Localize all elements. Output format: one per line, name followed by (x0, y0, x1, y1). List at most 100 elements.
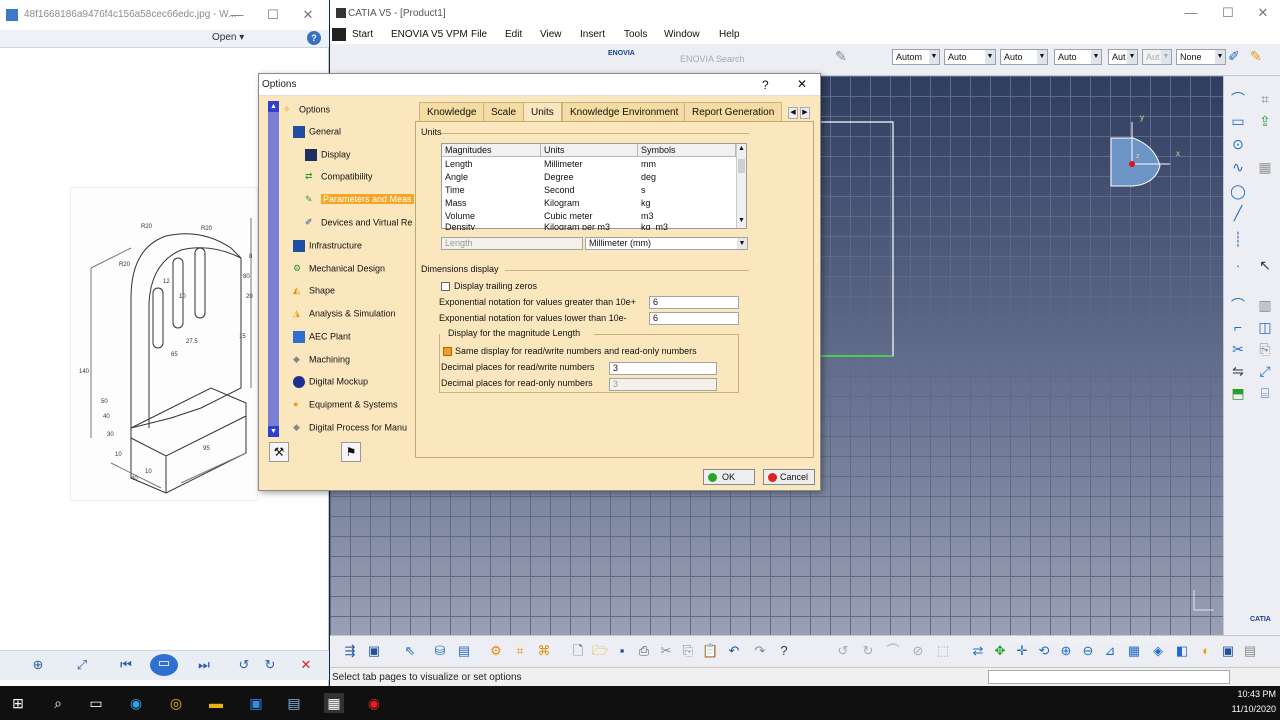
next-icon[interactable]: ⏭ (194, 656, 214, 674)
ellipse-icon[interactable]: ◯ (1229, 182, 1247, 200)
scroll-thumb[interactable] (738, 159, 745, 173)
close-icon[interactable]: ✕ (1252, 4, 1274, 22)
new-icon[interactable]: 🗋 (570, 643, 586, 659)
shading-icon[interactable]: ▥ (1256, 296, 1274, 314)
fit-icon[interactable]: ⤢ (72, 656, 92, 674)
tab-report-generation[interactable]: Report Generation (684, 102, 783, 121)
tree-item-machining[interactable]: ◆ Machining (293, 354, 350, 366)
units-table[interactable]: Magnitudes Units Symbols ▲ ▼ Length Mill… (441, 143, 747, 230)
open-icon[interactable]: 🗁 (592, 643, 608, 659)
circle-icon[interactable]: ⊙ (1229, 135, 1247, 153)
table-scrollbar[interactable]: ▲ ▼ (736, 144, 746, 228)
size-combo-1[interactable]: Auto ▼ (944, 49, 996, 65)
maximize-icon[interactable]: ☐ (262, 6, 284, 24)
search-icon[interactable]: ⌕ (48, 693, 68, 713)
swap-space-icon[interactable]: ▣ (1220, 643, 1236, 659)
mirror-icon[interactable]: ⇋ (1229, 362, 1247, 380)
view-mode-icon[interactable]: ◫ (1256, 318, 1274, 336)
tab-scale[interactable]: Scale (483, 102, 525, 121)
tree-item-analysis[interactable]: ◮ Analysis & Simulation (293, 308, 396, 320)
table-row[interactable]: Density Kilogram per m3 kg_m3 (442, 222, 736, 230)
viewer-titlebar[interactable]: 48f1668186a9476f4c156a58cec66edc.jpg - W… (0, 0, 329, 30)
transform-icon[interactable]: ⤢ (1256, 362, 1274, 380)
tree-item-options[interactable]: ✧ Options (283, 104, 330, 116)
catia-titlebar[interactable]: CATIA V5 - [Product1] — ☐ ✕ (330, 0, 1280, 26)
scroll-up-icon[interactable]: ▲ (738, 145, 745, 152)
hide-show-icon[interactable]: ◐ (1198, 643, 1214, 659)
undo-icon[interactable]: ↶ (726, 643, 742, 659)
menu-insert[interactable]: Insert (580, 29, 605, 40)
catalog-icon[interactable]: ⛁ (432, 643, 448, 659)
power-input-field[interactable] (988, 670, 1230, 684)
fit-all-icon[interactable]: ✥ (992, 643, 1008, 659)
tree-item-digital-mockup[interactable]: Digital Mockup (293, 376, 368, 388)
select-tool-icon[interactable]: ⇖ (402, 643, 418, 659)
start-menu-icon[interactable] (332, 28, 346, 41)
axis-icon[interactable]: ┊ (1229, 230, 1247, 248)
dialog-help-button[interactable]: ? (762, 78, 769, 92)
rotate-left-icon[interactable]: ↺ (234, 656, 254, 674)
edge-icon[interactable]: ◉ (126, 693, 146, 713)
corner-icon[interactable]: ⌒ (1229, 296, 1247, 314)
rectangle-icon[interactable]: ▭ (1229, 112, 1247, 130)
select-icon[interactable]: ↖ (1256, 256, 1274, 274)
maximize-icon[interactable]: ☐ (1217, 4, 1239, 22)
menu-help[interactable]: Help (719, 29, 740, 40)
column-header-symbols[interactable]: Symbols (638, 144, 736, 157)
column-header-magnitudes[interactable]: Magnitudes (442, 144, 541, 157)
minimize-icon[interactable]: — (226, 6, 248, 24)
size-combo-4[interactable]: Aut ▼ (1108, 49, 1138, 65)
trailing-zeros-checkbox[interactable] (441, 282, 450, 291)
recorder-icon[interactable]: ◉ (364, 693, 384, 713)
project-icon[interactable]: ⬒ (1229, 384, 1247, 402)
grid-icon[interactable]: ▦ (1256, 158, 1274, 176)
chrome-icon[interactable]: ◎ (166, 693, 186, 713)
font-combo[interactable]: Autom ▼ (892, 49, 940, 65)
dialog-titlebar[interactable]: Options ? ✕ (259, 74, 820, 96)
menu-start[interactable]: Start (352, 29, 373, 40)
scroll-down-icon[interactable]: ▼ (268, 426, 279, 437)
reset-icon[interactable]: ⚑ (341, 442, 361, 462)
whats-this-icon[interactable]: ? (776, 643, 792, 659)
unit-select[interactable]: Millimeter (mm) ▼ (585, 237, 748, 250)
menu-enovia[interactable]: ENOVIA V5 VPM (391, 29, 468, 40)
clip-icon[interactable]: ⎘ (1256, 340, 1274, 358)
tab-units[interactable]: Units (523, 102, 562, 121)
save-icon[interactable]: ▪ (614, 643, 630, 659)
ok-button[interactable]: OK (703, 469, 755, 485)
exp-greater-input[interactable]: 6 (649, 296, 739, 309)
paint-icon[interactable]: ✐ (1228, 48, 1244, 64)
size-combo-3[interactable]: Auto ▼ (1054, 49, 1102, 65)
menu-tools[interactable]: Tools (624, 29, 647, 40)
delete-icon[interactable]: ✕ (296, 656, 316, 674)
help-icon[interactable]: ? (307, 31, 321, 45)
chamfer-icon[interactable]: ⌐ (1229, 318, 1247, 336)
menu-file[interactable]: File (471, 29, 487, 40)
compass-icon[interactable]: y x z (1110, 113, 1180, 187)
scroll-down-icon[interactable]: ▼ (738, 217, 745, 224)
redo-icon[interactable]: ↷ (752, 643, 768, 659)
minimize-icon[interactable]: — (1180, 4, 1202, 22)
snap-icon[interactable]: ⌗ (512, 643, 528, 659)
tree-item-aec-plant[interactable]: AEC Plant (293, 331, 351, 343)
same-display-checkbox[interactable] (443, 347, 452, 356)
decimal-rw-input[interactable]: 3 (609, 362, 717, 375)
open-button[interactable]: Open ▾ (212, 32, 244, 43)
graphic-tool-icon[interactable]: ✎ (835, 48, 857, 68)
tab-scroll-right-icon[interactable]: ▶ (800, 107, 810, 119)
column-header-units[interactable]: Units (541, 144, 638, 157)
style-icon[interactable]: ✎ (1250, 48, 1266, 64)
geometry-icon[interactable]: ⌘ (536, 643, 552, 659)
tree-item-shape[interactable]: ◭ Shape (293, 285, 335, 297)
tree-item-equipment[interactable]: ● Equipment & Systems (293, 399, 398, 411)
tree-item-compatibility[interactable]: ⇄ Compatibility (305, 171, 373, 183)
product-icon[interactable]: ▣ (366, 643, 382, 659)
copy-icon[interactable]: ⎘ (680, 643, 696, 659)
cancel-button[interactable]: Cancel (763, 469, 815, 485)
none-combo[interactable]: None ▼ (1176, 49, 1226, 65)
close-icon[interactable]: ✕ (297, 6, 319, 24)
tree-scrollbar[interactable]: ▲ ▼ (268, 101, 279, 437)
line-icon[interactable]: ╱ (1229, 204, 1247, 222)
windows-start-icon[interactable]: ⊞ (8, 693, 28, 713)
menu-view[interactable]: View (540, 29, 562, 40)
